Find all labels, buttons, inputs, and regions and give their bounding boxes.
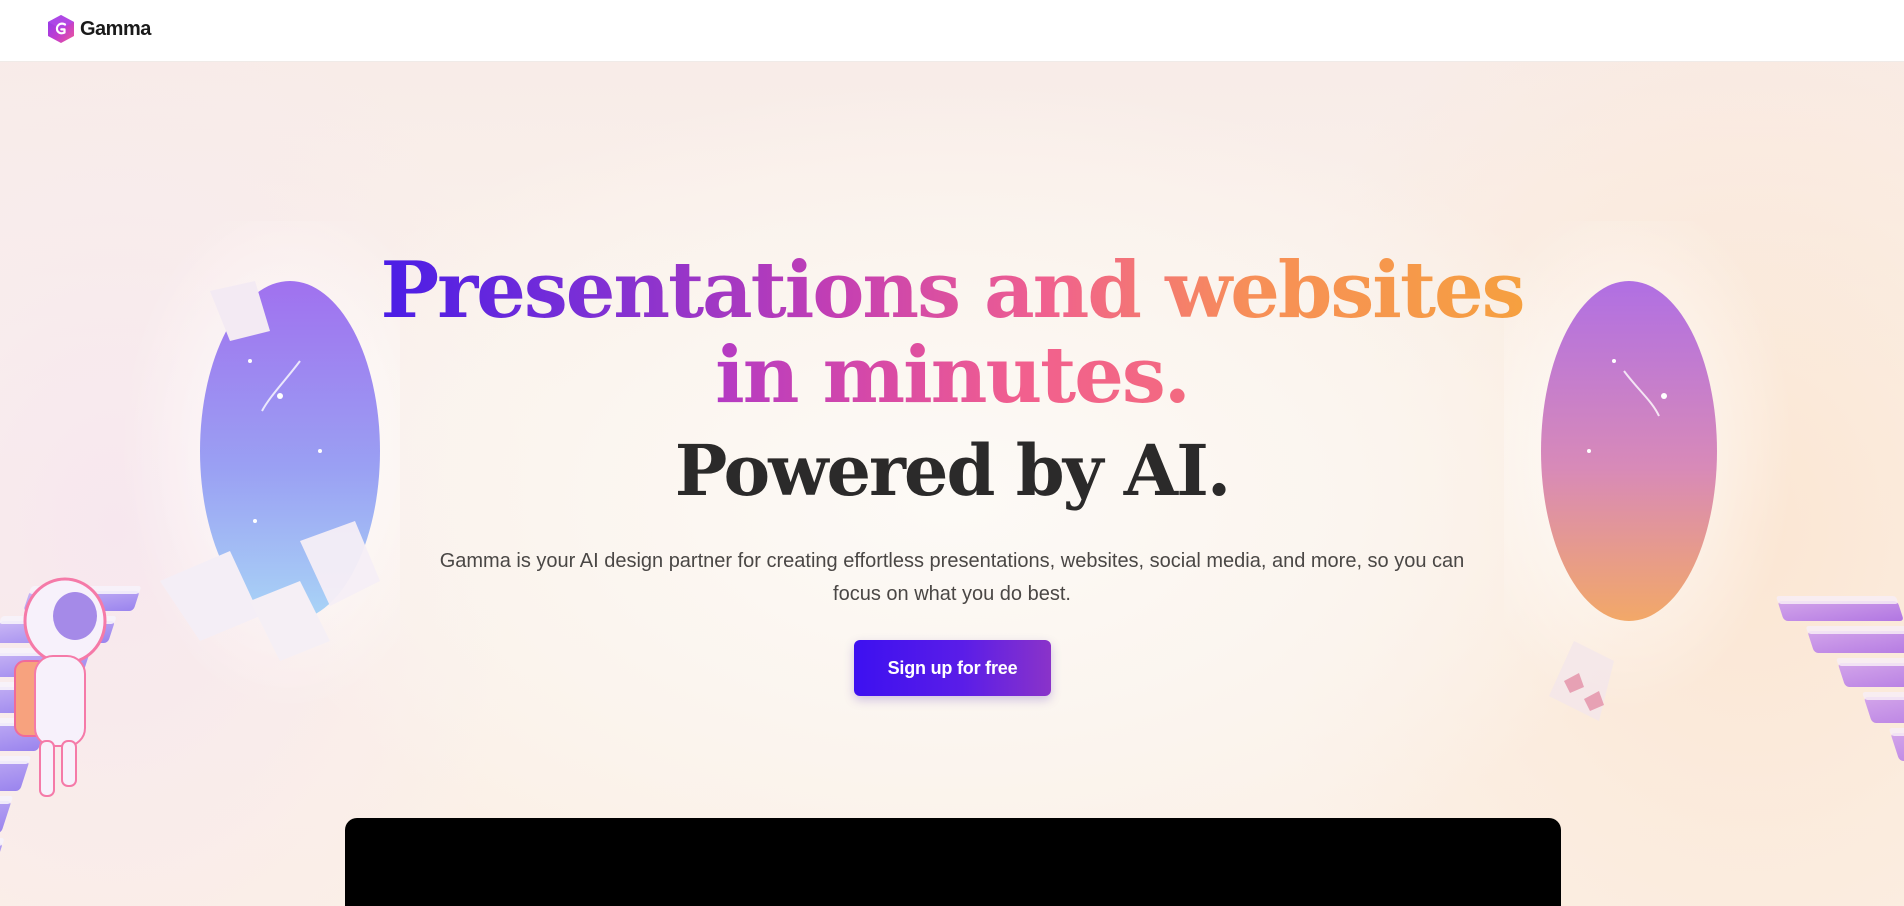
top-nav: Gamma (0, 0, 1904, 62)
hero-headline-line1: Presentations and websites (0, 246, 1904, 336)
hero-headline-line1-text: Presentations and websites (380, 245, 1525, 336)
hero-section: Presentations and websites in minutes. P… (0, 61, 1904, 906)
logo-wordmark: Gamma (80, 17, 151, 40)
astronaut-figure (14, 577, 107, 797)
hero-headline-line2-text: in minutes. (715, 330, 1191, 421)
hero-subheadline: Powered by AI. (674, 429, 1231, 512)
sign-up-button[interactable]: Sign up for free (854, 640, 1051, 696)
hero-headline-line2: in minutes. (0, 331, 1904, 421)
gamma-logo-icon (48, 15, 74, 43)
gamma-logo-link[interactable]: Gamma (46, 14, 151, 44)
video-preview-panel[interactable] (345, 818, 1561, 906)
hero-description: Gamma is your AI design partner for crea… (439, 550, 1465, 605)
